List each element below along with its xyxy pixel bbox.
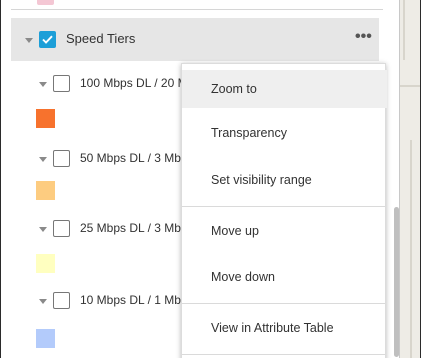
menu-item-move-up[interactable]: Move up: [182, 212, 387, 250]
map-road: [403, 0, 405, 60]
layer-label: 10 Mbps DL / 1 Mbps UL: [80, 293, 182, 307]
layer-options-menu: Zoom to Transparency Set visibility rang…: [181, 63, 387, 358]
layer-visibility-checkbox[interactable]: [53, 292, 70, 309]
layer-label: 50 Mbps DL / 3 Mbps UL: [80, 151, 182, 165]
menu-separator: [182, 354, 385, 355]
ellipsis-icon[interactable]: •••: [355, 29, 372, 45]
menu-item-attribute-table[interactable]: View in Attribute Table: [182, 309, 387, 347]
layer-visibility-checkbox[interactable]: [53, 75, 70, 92]
menu-item-transparency[interactable]: Transparency: [182, 114, 387, 152]
legend-swatch: [36, 254, 55, 273]
group-visibility-checkbox[interactable]: [39, 31, 56, 48]
legend-swatch: [36, 109, 55, 128]
chevron-down-icon[interactable]: [39, 157, 47, 162]
divider: [11, 9, 383, 10]
chevron-down-icon[interactable]: [39, 227, 47, 232]
legend-swatch: [36, 181, 55, 200]
layer-visibility-checkbox[interactable]: [53, 220, 70, 237]
menu-separator: [182, 206, 385, 207]
map-road: [410, 140, 412, 358]
layer-item[interactable]: 25 Mbps DL / 3 Mbps UL: [11, 218, 183, 242]
layer-item[interactable]: 50 Mbps DL / 3 Mbps UL: [11, 148, 183, 172]
menu-separator: [182, 303, 385, 304]
layer-label: 25 Mbps DL / 3 Mbps UL: [80, 221, 182, 235]
menu-item-zoom-to[interactable]: Zoom to: [182, 70, 387, 108]
group-title: Speed Tiers: [66, 31, 136, 46]
layer-list-panel: Speed Tiers ••• 100 Mbps DL / 20 Mbps UL…: [0, 0, 421, 358]
menu-item-visibility-range[interactable]: Set visibility range: [182, 161, 387, 199]
layer-item[interactable]: 100 Mbps DL / 20 Mbps UL: [11, 73, 183, 97]
menu-item-move-down[interactable]: Move down: [182, 258, 387, 296]
scrollbar-thumb[interactable]: [394, 207, 399, 357]
layer-visibility-checkbox[interactable]: [53, 150, 70, 167]
map-view[interactable]: [399, 0, 420, 358]
previous-layer-swatch: [37, 0, 54, 5]
chevron-down-icon[interactable]: [39, 82, 47, 87]
group-layer-speed-tiers[interactable]: Speed Tiers •••: [11, 18, 379, 61]
checkmark-icon: [42, 35, 53, 44]
layer-item[interactable]: 10 Mbps DL / 1 Mbps UL: [11, 290, 183, 314]
legend-swatch: [36, 329, 55, 348]
layer-label: 100 Mbps DL / 20 Mbps UL: [80, 76, 182, 90]
chevron-down-icon[interactable]: [25, 38, 33, 43]
map-road: [400, 85, 420, 87]
chevron-down-icon[interactable]: [39, 299, 47, 304]
